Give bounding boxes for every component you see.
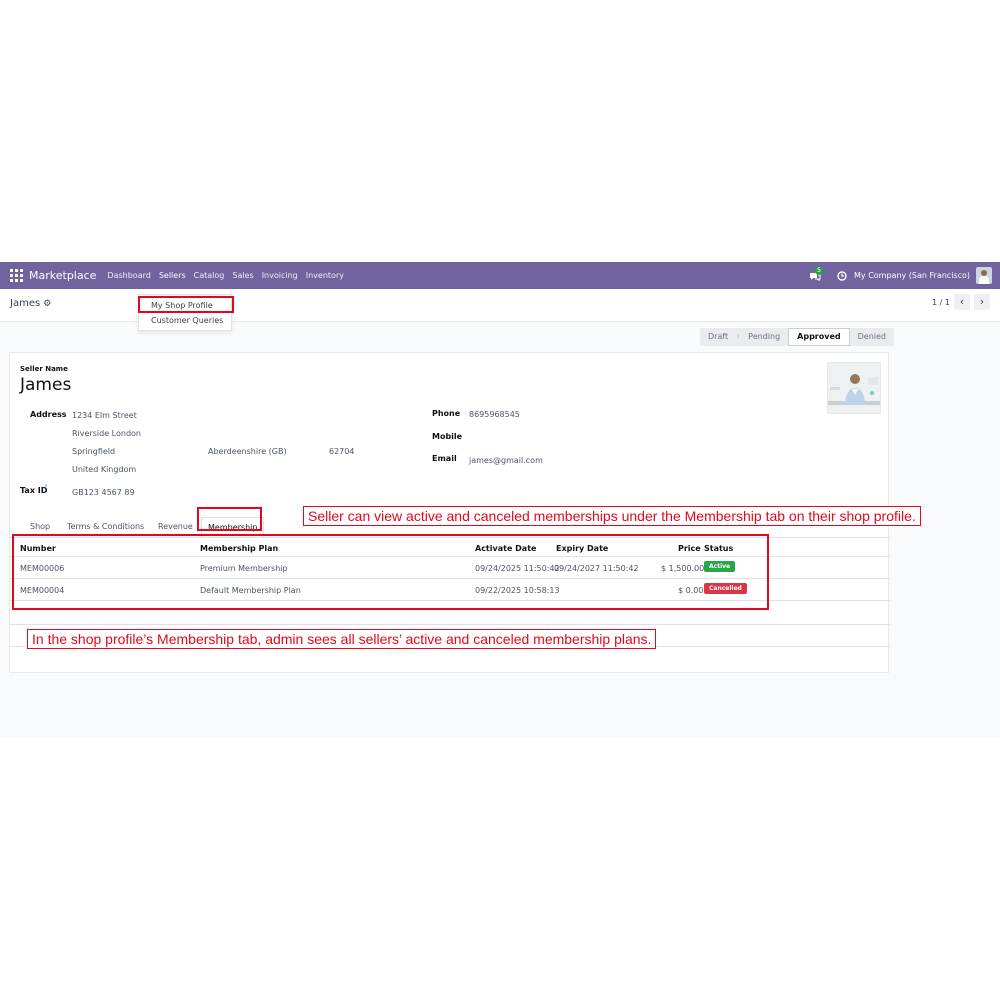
activity-clock-icon[interactable] [837, 270, 847, 281]
app-window: Marketplace Dashboard Sellers Catalog Sa… [0, 262, 1000, 737]
stage-pending[interactable]: Pending [740, 328, 788, 346]
breadcrumb: James ⚙ [10, 298, 51, 309]
chat-icon[interactable]: 5 [809, 266, 824, 281]
email-label: Email [432, 454, 457, 463]
annotation-admin: In the shop profile’s Membership tab, ad… [27, 629, 657, 649]
company-switcher[interactable]: My Company (San Francisco) [854, 271, 970, 280]
annotation-seller: Seller can view active and canceled memb… [303, 506, 921, 526]
email-field[interactable]: james@gmail.com [469, 456, 543, 465]
zip-field[interactable]: 62704 [329, 447, 354, 456]
top-navbar: Marketplace Dashboard Sellers Catalog Sa… [0, 262, 1000, 289]
state-field[interactable]: Aberdeenshire (GB) [208, 447, 287, 456]
country-field[interactable]: United Kingdom [72, 465, 136, 474]
street2-field[interactable]: Riverside London [72, 429, 141, 438]
seller-photo[interactable] [827, 362, 881, 414]
menu-catalog[interactable]: Catalog [190, 262, 229, 289]
table-footer-divider [10, 624, 890, 625]
highlight-box-membership-table [12, 534, 769, 610]
chat-count-badge: 5 [815, 266, 824, 275]
street-field[interactable]: 1234 Elm Street [72, 411, 137, 420]
seller-name-field[interactable]: James [20, 375, 71, 395]
address-label: Address [30, 410, 67, 419]
pager: 1 / 1 ‹ › [932, 294, 990, 310]
main-menu: Dashboard Sellers Catalog Sales Invoicin… [103, 262, 348, 289]
highlight-box-my-shop-profile [138, 296, 234, 313]
menu-inventory[interactable]: Inventory [302, 262, 348, 289]
menu-sellers[interactable]: Sellers [155, 262, 190, 289]
menu-sales[interactable]: Sales [228, 262, 257, 289]
pager-value[interactable]: 1 / 1 [932, 298, 950, 307]
navbar-right: 5 My Company (San Francisco) [809, 262, 992, 289]
dropdown-item-customer-queries[interactable]: Customer Queries [139, 313, 231, 328]
seller-name-label: Seller Name [20, 365, 68, 373]
menu-invoicing[interactable]: Invoicing [258, 262, 302, 289]
status-bar: Draft › Pending Approved Denied [700, 328, 894, 346]
breadcrumb-record[interactable]: James [10, 298, 40, 309]
apps-menu-icon[interactable] [10, 269, 23, 282]
stage-approved[interactable]: Approved [788, 328, 850, 346]
gear-icon[interactable]: ⚙ [43, 299, 51, 309]
user-avatar[interactable] [976, 267, 992, 284]
phone-field[interactable]: 8695968545 [469, 410, 520, 419]
stage-draft[interactable]: Draft [700, 328, 736, 346]
mobile-label: Mobile [432, 432, 463, 441]
tax-id-field[interactable]: GB123 4567 89 [72, 488, 135, 497]
pager-next-button[interactable]: › [974, 294, 990, 310]
city-field[interactable]: Springfield [72, 447, 115, 456]
help-icon[interactable]: ? [44, 484, 47, 491]
stage-denied[interactable]: Denied [850, 328, 894, 346]
pager-prev-button[interactable]: ‹ [954, 294, 970, 310]
phone-label: Phone [432, 409, 461, 418]
app-name[interactable]: Marketplace [29, 269, 96, 282]
menu-dashboard[interactable]: Dashboard [103, 262, 154, 289]
highlight-box-membership-tab [197, 507, 262, 531]
